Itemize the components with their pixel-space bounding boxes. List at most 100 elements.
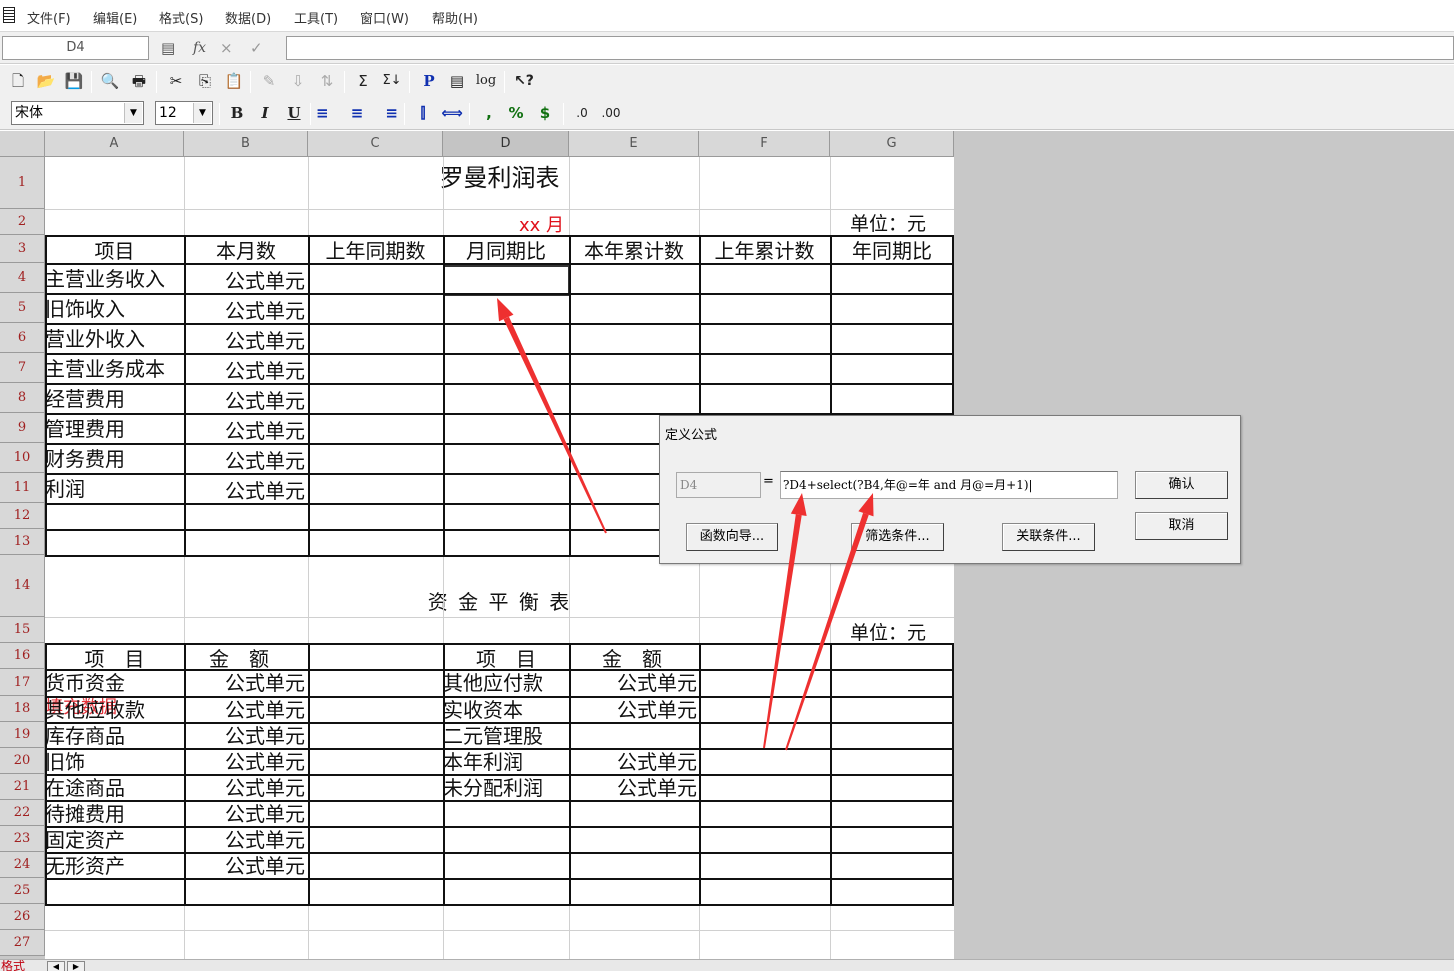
row-header-23[interactable]: 23	[0, 826, 45, 852]
column-header-a[interactable]: A	[45, 131, 184, 157]
column-header-c[interactable]: C	[308, 131, 443, 157]
select-all-corner[interactable]	[0, 131, 45, 157]
selected-cell-d4[interactable]	[443, 265, 570, 296]
function-wizard-button[interactable]: 函数向导...	[686, 523, 778, 551]
page-icon[interactable]: ▤	[445, 69, 469, 93]
row-header-24[interactable]: 24	[0, 852, 45, 878]
align-center-icon[interactable]: ≡	[345, 101, 369, 125]
row-header-8[interactable]: 8	[0, 383, 45, 413]
column-header-f[interactable]: F	[699, 131, 830, 157]
row-header-2[interactable]: 2	[0, 209, 45, 235]
merge-horizontal-icon[interactable]: ⟺	[440, 101, 464, 125]
row-header-12[interactable]: 12	[0, 503, 45, 529]
decrease-decimal-icon[interactable]: .00	[599, 101, 623, 125]
disk-icon[interactable]: ▤	[161, 40, 175, 56]
cancel-button[interactable]: 取消	[1135, 512, 1228, 540]
tab-next-icon[interactable]: ▶	[67, 961, 85, 971]
copy-icon[interactable]: ⎘	[193, 69, 217, 93]
row-header-21[interactable]: 21	[0, 774, 45, 800]
new-file-icon[interactable]: 🗋	[6, 69, 30, 93]
font-family-select[interactable]: 宋体 ▼	[11, 101, 144, 125]
print-preview-icon[interactable]: 🔍	[98, 69, 122, 93]
formula-expression-input[interactable]: ?D4+select(?B4,年@=年 and 月@=月+1)|	[780, 471, 1118, 499]
log-icon[interactable]: log	[472, 69, 500, 93]
italic-icon[interactable]: I	[253, 101, 277, 125]
row-header-18[interactable]: 18	[0, 696, 45, 722]
menu-window[interactable]: 窗口(W)	[360, 8, 409, 27]
paste-icon[interactable]: 📋	[222, 69, 246, 93]
column-header-g[interactable]: G	[830, 131, 954, 157]
percent-icon[interactable]: %	[504, 101, 528, 125]
bold-icon[interactable]: B	[225, 101, 249, 125]
comma-style-icon[interactable]: ,	[477, 101, 501, 125]
cancel-icon[interactable]: ×	[220, 40, 233, 56]
menu-data[interactable]: 数据(D)	[225, 8, 271, 27]
income-item: 主营业务收入	[45, 267, 165, 291]
row-header-4[interactable]: 4	[0, 263, 45, 293]
align-right-icon[interactable]: ≡	[374, 101, 398, 125]
row-header-7[interactable]: 7	[0, 353, 45, 383]
row-header-27[interactable]: 27	[0, 930, 45, 956]
row-header-15[interactable]: 15	[0, 617, 45, 643]
cut-icon[interactable]: ✂	[164, 69, 188, 93]
formula-input[interactable]	[286, 36, 1454, 60]
menu-format[interactable]: 格式(S)	[159, 8, 203, 27]
sum-all-icon[interactable]: Σ↓	[380, 69, 404, 93]
row-header-11[interactable]: 11	[0, 473, 45, 503]
sum-icon[interactable]: Σ	[351, 69, 375, 93]
column-header-b[interactable]: B	[184, 131, 308, 157]
chevron-down-icon[interactable]: ▼	[124, 103, 142, 123]
row-header-22[interactable]: 22	[0, 800, 45, 826]
asset-item: 待摊费用	[45, 802, 125, 826]
merge-vertical-icon[interactable]: ⫿	[411, 101, 435, 125]
underline-icon[interactable]: U	[282, 101, 306, 125]
open-folder-icon[interactable]: 📂	[34, 69, 58, 93]
asset-item: 旧饰	[45, 750, 85, 774]
print-icon[interactable]: 🖶	[127, 69, 151, 93]
menu-tools[interactable]: 工具(T)	[294, 8, 338, 27]
align-left-icon[interactable]: ≡	[316, 101, 340, 125]
row-header-25[interactable]: 25	[0, 878, 45, 904]
filter-condition-button[interactable]: 筛选条件...	[851, 523, 944, 551]
dialog-title: 定义公式	[665, 428, 718, 443]
menu-edit[interactable]: 编辑(E)	[93, 8, 137, 27]
increase-decimal-icon[interactable]: .0	[570, 101, 594, 125]
row-header-3[interactable]: 3	[0, 235, 45, 263]
confirm-button[interactable]: 确认	[1135, 471, 1228, 499]
header-month-ratio: 月同期比	[466, 239, 546, 263]
fill-icon[interactable]: ⇩	[286, 69, 310, 93]
row-header-14[interactable]: 14	[0, 555, 45, 617]
save-icon[interactable]: 💾	[62, 69, 86, 93]
row-header-19[interactable]: 19	[0, 722, 45, 748]
equals-sign: =	[763, 474, 774, 489]
format-painter-icon[interactable]: ✎	[257, 69, 281, 93]
menu-help[interactable]: 帮助(H)	[432, 8, 478, 27]
row-header-13[interactable]: 13	[0, 529, 45, 555]
name-box[interactable]: D4	[2, 36, 149, 60]
row-header-17[interactable]: 17	[0, 669, 45, 696]
row-header-6[interactable]: 6	[0, 323, 45, 353]
help-icon[interactable]: ↖?	[510, 69, 538, 93]
row-header-5[interactable]: 5	[0, 293, 45, 323]
accept-icon[interactable]: ✓	[250, 40, 263, 56]
row-header-16[interactable]: 16	[0, 643, 45, 669]
font-size-select[interactable]: 12 ▼	[155, 101, 213, 125]
row-header-1[interactable]: 1	[0, 157, 45, 209]
sort-icon[interactable]: ⇅	[315, 69, 339, 93]
p-icon[interactable]: P	[417, 69, 441, 93]
relation-condition-button[interactable]: 关联条件...	[1002, 523, 1095, 551]
column-header-e[interactable]: E	[569, 131, 699, 157]
row-header-20[interactable]: 20	[0, 748, 45, 774]
menu-file[interactable]: 文件(F)	[27, 8, 71, 27]
asset-item: 固定资产	[45, 828, 125, 852]
row-header-10[interactable]: 10	[0, 443, 45, 473]
tab-prev-icon[interactable]: ◀	[47, 961, 65, 971]
column-header-d[interactable]: D	[443, 131, 569, 157]
sheet-tab-format[interactable]: 格式	[0, 960, 25, 971]
currency-icon[interactable]: $	[533, 101, 557, 125]
row-header-26[interactable]: 26	[0, 904, 45, 930]
spreadsheet-app: 文件(F) 编辑(E) 格式(S) 数据(D) 工具(T) 窗口(W) 帮助(H…	[0, 0, 1454, 971]
fx-icon[interactable]: fx	[193, 40, 206, 56]
row-header-9[interactable]: 9	[0, 413, 45, 443]
chevron-down-icon[interactable]: ▼	[193, 103, 211, 123]
